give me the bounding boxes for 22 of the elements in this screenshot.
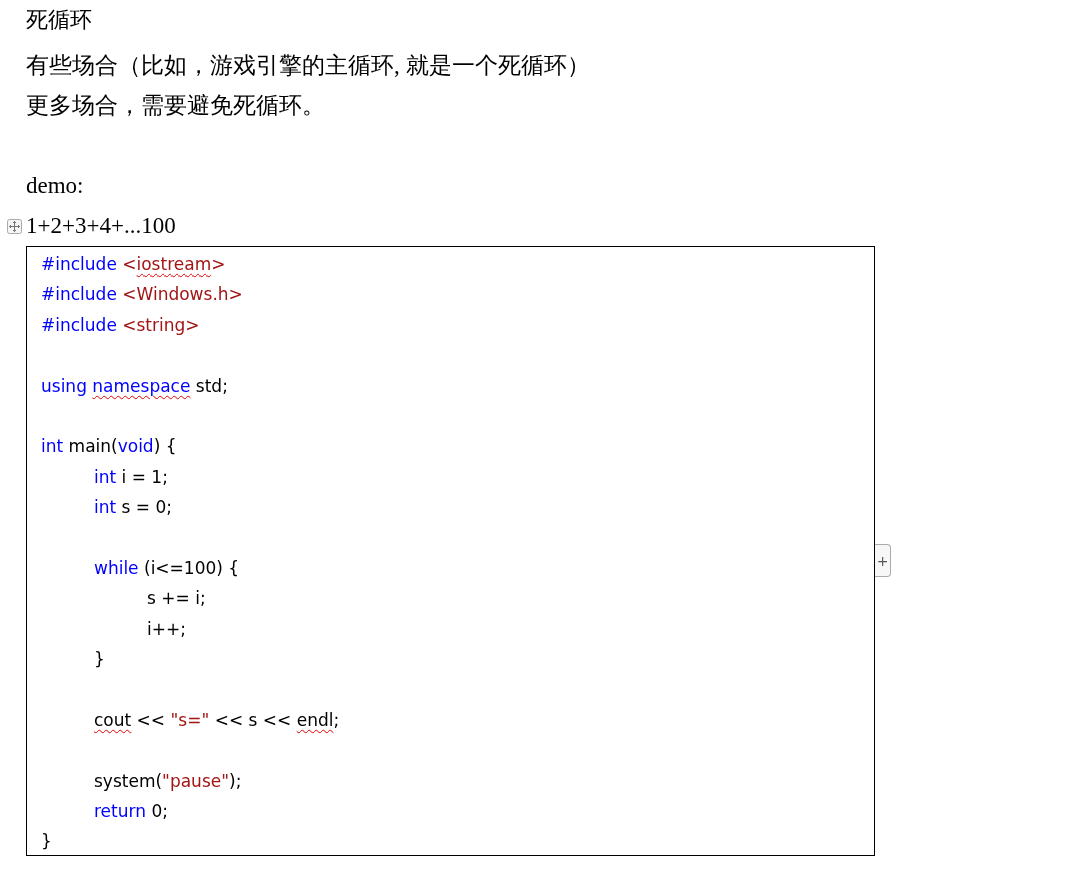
paragraph: 更多场合，需要避免死循环。 xyxy=(26,92,326,120)
add-column-button[interactable]: + xyxy=(875,544,891,577)
code-line: #include <string> xyxy=(41,313,201,337)
code-line: } xyxy=(41,830,53,854)
code-line: using namespace std; xyxy=(41,374,229,398)
code-line: while (i<=100) { xyxy=(94,556,241,580)
code-line: } xyxy=(94,648,106,672)
code-line: i++; xyxy=(147,617,187,641)
formula-text: 1+2+3+4+...100 xyxy=(26,212,177,240)
heading: 死循环 xyxy=(26,6,93,34)
move-handle-icon[interactable] xyxy=(7,219,22,234)
code-line: #include <Windows.h> xyxy=(41,283,244,307)
code-line: return 0; xyxy=(94,800,169,824)
paragraph: 有些场合（比如，游戏引擎的主循环, 就是一个死循环） xyxy=(26,52,591,80)
code-line: int main(void) { xyxy=(41,435,178,459)
demo-label: demo: xyxy=(26,172,85,200)
code-line: #include <iostream> xyxy=(41,253,227,276)
code-line: system("pause"); xyxy=(94,769,243,793)
code-line: int s = 0; xyxy=(94,496,174,520)
code-line: int i = 1; xyxy=(94,465,169,489)
code-line: cout << "s=" << s << endl; xyxy=(94,708,341,732)
code-line: s += i; xyxy=(147,587,207,611)
